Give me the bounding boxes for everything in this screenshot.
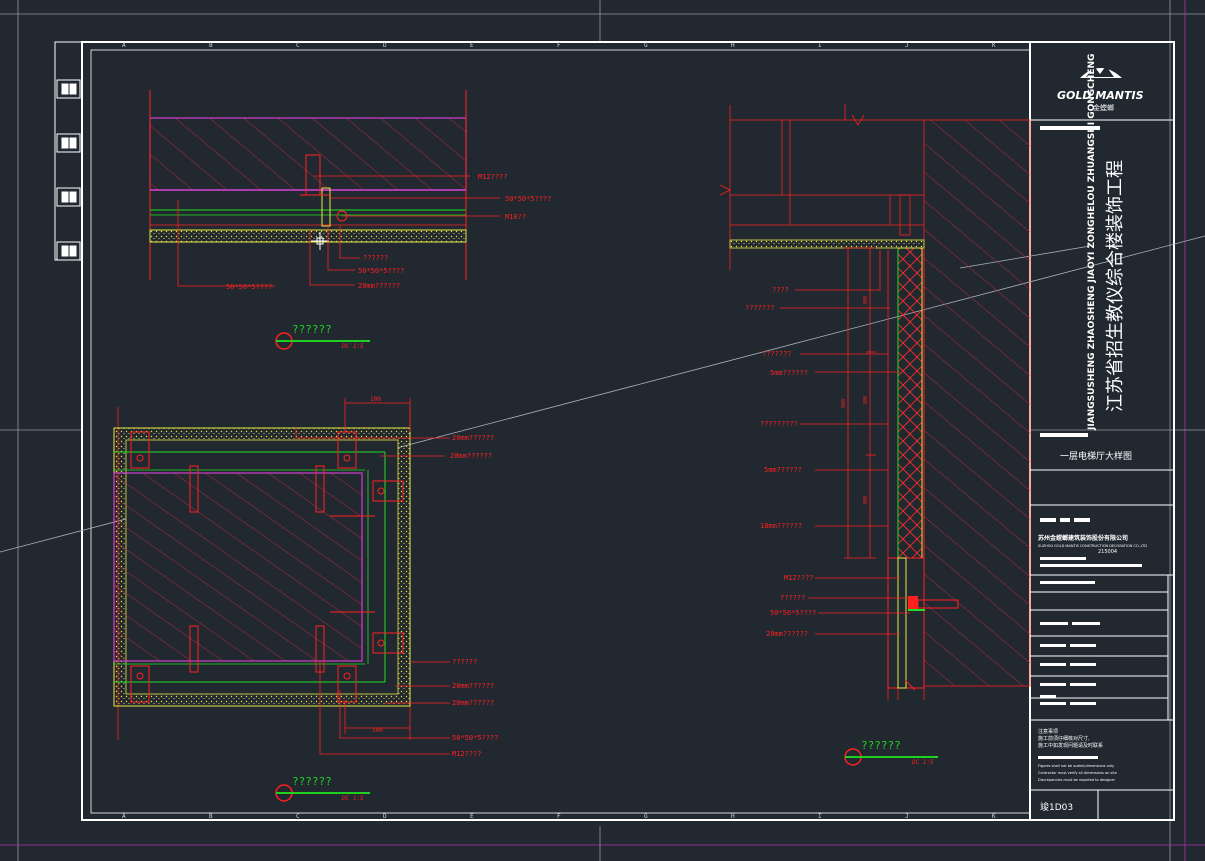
label: 20mm?????? bbox=[450, 452, 492, 460]
label: 50*50*5???? bbox=[770, 609, 816, 617]
grid-letter: J bbox=[905, 813, 909, 820]
dim: 300 bbox=[863, 496, 869, 505]
note-en: Contractor must verify all dimensions on… bbox=[1038, 771, 1117, 775]
drawing-name: 一层电梯厅大样图 bbox=[1060, 450, 1132, 462]
project-name: 江苏省招生教仪综合楼装饰工程 bbox=[1105, 160, 1126, 412]
label: ?????? bbox=[363, 254, 388, 262]
grid-letter: D bbox=[383, 42, 387, 49]
label: M12???? bbox=[452, 750, 482, 758]
label: M12???? bbox=[784, 574, 814, 582]
dim: 300 bbox=[863, 396, 869, 405]
grid-letter: J bbox=[905, 42, 909, 49]
label: 50*50*5???? bbox=[452, 734, 498, 742]
callout-scale: DC 1:5 bbox=[341, 343, 364, 350]
grid-letter: H bbox=[731, 42, 735, 49]
grid-letter: C bbox=[296, 42, 300, 49]
label: M12???? bbox=[478, 173, 508, 181]
note-cn: 注意事项 bbox=[1038, 728, 1058, 735]
label: M10?? bbox=[505, 213, 526, 221]
dim: 300 bbox=[863, 296, 869, 305]
grid-letter: D bbox=[383, 813, 387, 820]
label: 20mm?????? bbox=[358, 282, 400, 290]
company-cn: 苏州金螳螂建筑装饰股份有限公司 bbox=[1038, 534, 1128, 542]
grid-letter: H bbox=[731, 813, 735, 820]
project-pinyin: JIANGSUSHENG ZHAOSHENG JIAOYI ZONGHELOU … bbox=[1087, 54, 1097, 431]
dim: 100 bbox=[372, 727, 383, 734]
grid-letter: E bbox=[470, 42, 474, 49]
grid-letter: B bbox=[209, 42, 213, 49]
note-en: Figures shall not be scaled,dimensions o… bbox=[1038, 764, 1114, 768]
note-en: Discrepancies must be reported to design… bbox=[1038, 778, 1115, 782]
label: 50*50*5???? bbox=[226, 283, 272, 291]
callout-scale: DC 1:5 bbox=[341, 795, 364, 802]
note-cn: 施工前须仔细核对尺寸, bbox=[1038, 735, 1090, 742]
grid-letter: C bbox=[296, 813, 300, 820]
grid-letter: K bbox=[992, 813, 996, 820]
company-en: SUZHOU GOLD MANTIS CONSTRUCTION DECORATI… bbox=[1038, 544, 1147, 548]
grid-letter: I bbox=[818, 813, 822, 820]
grid-letter: F bbox=[557, 813, 561, 820]
callout-title: ?????? bbox=[292, 775, 332, 788]
label: ??????? bbox=[745, 304, 775, 312]
cad-drawing-canvas: AABBCCDDEEFFGGHHIIJJKK M12???? 50*50*5??… bbox=[0, 0, 1205, 861]
drawing-number: 竣1D03 bbox=[1040, 801, 1073, 813]
label: 18mm?????? bbox=[760, 522, 802, 530]
label: 50*50*5???? bbox=[505, 195, 551, 203]
postcode: 215004 bbox=[1098, 549, 1117, 555]
note-cn: 施工中如发现问题请及时联系 bbox=[1038, 742, 1103, 749]
label: ???? bbox=[772, 286, 789, 294]
dim: 900 bbox=[841, 399, 847, 408]
label: 5mm?????? bbox=[770, 369, 808, 377]
label: 5mm?????? bbox=[764, 466, 802, 474]
logo-text: GOLD MANTIS bbox=[1057, 89, 1144, 102]
label: ?????? bbox=[780, 594, 805, 602]
label: ??????? bbox=[762, 350, 792, 358]
grid-letter: I bbox=[818, 42, 822, 49]
grid-letter: K bbox=[992, 42, 996, 49]
detail-plan bbox=[113, 398, 450, 755]
label: 20mm?????? bbox=[766, 630, 808, 638]
callout-title: ?????? bbox=[861, 739, 901, 752]
callout-scale: DC 1:5 bbox=[911, 759, 934, 766]
grid-letter: E bbox=[470, 813, 474, 820]
grid-letter: A bbox=[122, 42, 126, 49]
label: 50*50*5???? bbox=[358, 267, 404, 275]
grid-letter: F bbox=[557, 42, 561, 49]
label: 20mm?????? bbox=[452, 682, 494, 690]
grid-letter: A bbox=[122, 813, 126, 820]
label: 20mm?????? bbox=[452, 434, 494, 442]
label: ?????? bbox=[452, 658, 477, 666]
grid-letter: G bbox=[644, 813, 648, 820]
grid-letter: G bbox=[644, 42, 648, 49]
callout-title: ?????? bbox=[292, 323, 332, 336]
dim: 100 bbox=[370, 396, 381, 403]
grid-letter: B bbox=[209, 813, 213, 820]
label: ????????? bbox=[760, 420, 798, 428]
label: 20mm?????? bbox=[452, 699, 494, 707]
